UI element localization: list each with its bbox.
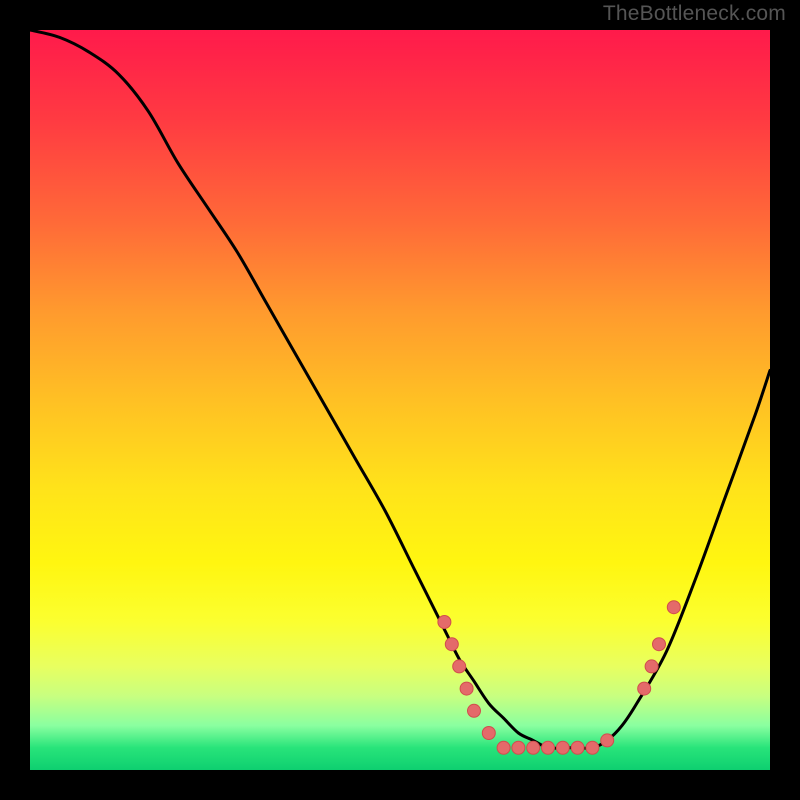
chart-marker <box>497 741 510 754</box>
chart-marker <box>638 682 651 695</box>
chart-marker <box>453 660 466 673</box>
chart-marker <box>542 741 555 754</box>
chart-marker <box>445 638 458 651</box>
chart-marker <box>601 734 614 747</box>
watermark-text: TheBottleneck.com <box>603 2 786 26</box>
chart-svg <box>30 30 770 770</box>
chart-marker <box>586 741 599 754</box>
chart-markers <box>438 601 680 755</box>
chart-marker <box>468 704 481 717</box>
chart-marker <box>571 741 584 754</box>
chart-plot-area <box>30 30 770 770</box>
chart-marker <box>653 638 666 651</box>
chart-marker <box>556 741 569 754</box>
chart-marker <box>512 741 525 754</box>
chart-marker <box>645 660 658 673</box>
chart-marker <box>527 741 540 754</box>
chart-marker <box>438 616 451 629</box>
chart-marker <box>460 682 473 695</box>
chart-marker <box>482 727 495 740</box>
chart-marker <box>667 601 680 614</box>
